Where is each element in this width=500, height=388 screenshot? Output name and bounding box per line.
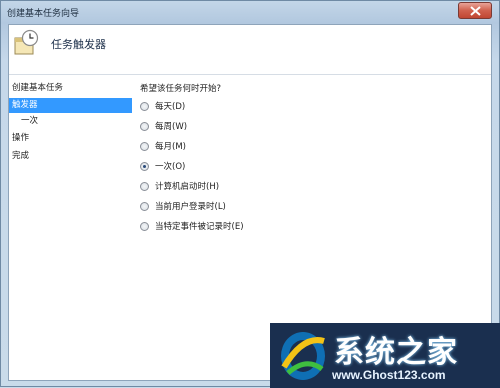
ghost-logo-icon	[281, 332, 325, 380]
nav-item-action[interactable]: 操作	[9, 131, 132, 146]
nav-item-finish[interactable]: 完成	[9, 149, 132, 164]
site-watermark: 系统之家 www.Ghost123.com	[270, 323, 500, 388]
radio-monthly[interactable]: 每月(M)	[140, 140, 186, 154]
watermark-url: www.Ghost123.com	[332, 368, 446, 382]
wizard-header: 任务触发器	[9, 25, 491, 69]
nav-item-once[interactable]: 一次	[9, 114, 132, 129]
option-label: 当特定事件被记录时(E)	[155, 222, 244, 232]
nav-item-label: 创建基本任务	[12, 83, 64, 93]
option-label: 计算机启动时(H)	[155, 182, 220, 192]
wizard-steps-nav: 创建基本任务 触发器 一次 操作 完成	[9, 80, 135, 380]
radio-at-logon[interactable]: 当前用户登录时(L)	[140, 200, 226, 214]
radio-at-startup[interactable]: 计算机启动时(H)	[140, 180, 219, 194]
radio-once[interactable]: 一次(O)	[140, 160, 185, 174]
option-label: 每天(D)	[155, 102, 186, 112]
radio-button-icon[interactable]	[140, 101, 149, 111]
radio-button-icon[interactable]	[140, 201, 149, 211]
radio-button-icon[interactable]	[140, 221, 149, 231]
radio-daily[interactable]: 每天(D)	[140, 100, 185, 114]
close-button[interactable]	[458, 2, 492, 19]
option-label: 当前用户登录时(L)	[155, 202, 226, 212]
nav-item-label: 完成	[12, 151, 30, 161]
nav-item-label: 操作	[12, 133, 30, 143]
nav-item-create-basic-task[interactable]: 创建基本任务	[9, 81, 132, 96]
trigger-question: 希望该任务何时开始?	[140, 84, 222, 94]
option-label: 每月(M)	[155, 142, 186, 152]
close-icon	[470, 6, 481, 16]
watermark-title: 系统之家	[334, 335, 458, 370]
window-title: 创建基本任务向导	[7, 9, 80, 19]
radio-button-icon[interactable]	[140, 121, 149, 131]
option-label: 每周(W)	[155, 122, 188, 132]
radio-button-checked-icon[interactable]	[140, 161, 149, 171]
nav-item-label: 触发器	[12, 100, 38, 110]
option-label: 一次(O)	[155, 162, 186, 172]
nav-item-trigger[interactable]: 触发器	[9, 98, 132, 113]
page-title: 任务触发器	[51, 38, 106, 51]
header-divider	[9, 74, 491, 75]
radio-button-icon[interactable]	[140, 181, 149, 191]
radio-on-event[interactable]: 当特定事件被记录时(E)	[140, 220, 244, 234]
nav-item-label: 一次	[21, 116, 39, 126]
clock-task-icon	[14, 29, 39, 55]
title-bar[interactable]: 创建基本任务向导	[1, 1, 499, 25]
radio-button-icon[interactable]	[140, 141, 149, 151]
radio-weekly[interactable]: 每周(W)	[140, 120, 187, 134]
wizard-window: 创建基本任务向导 任务触发器 创建基本任务 触发器 一次 操作 完成 希望该任务…	[0, 0, 500, 388]
